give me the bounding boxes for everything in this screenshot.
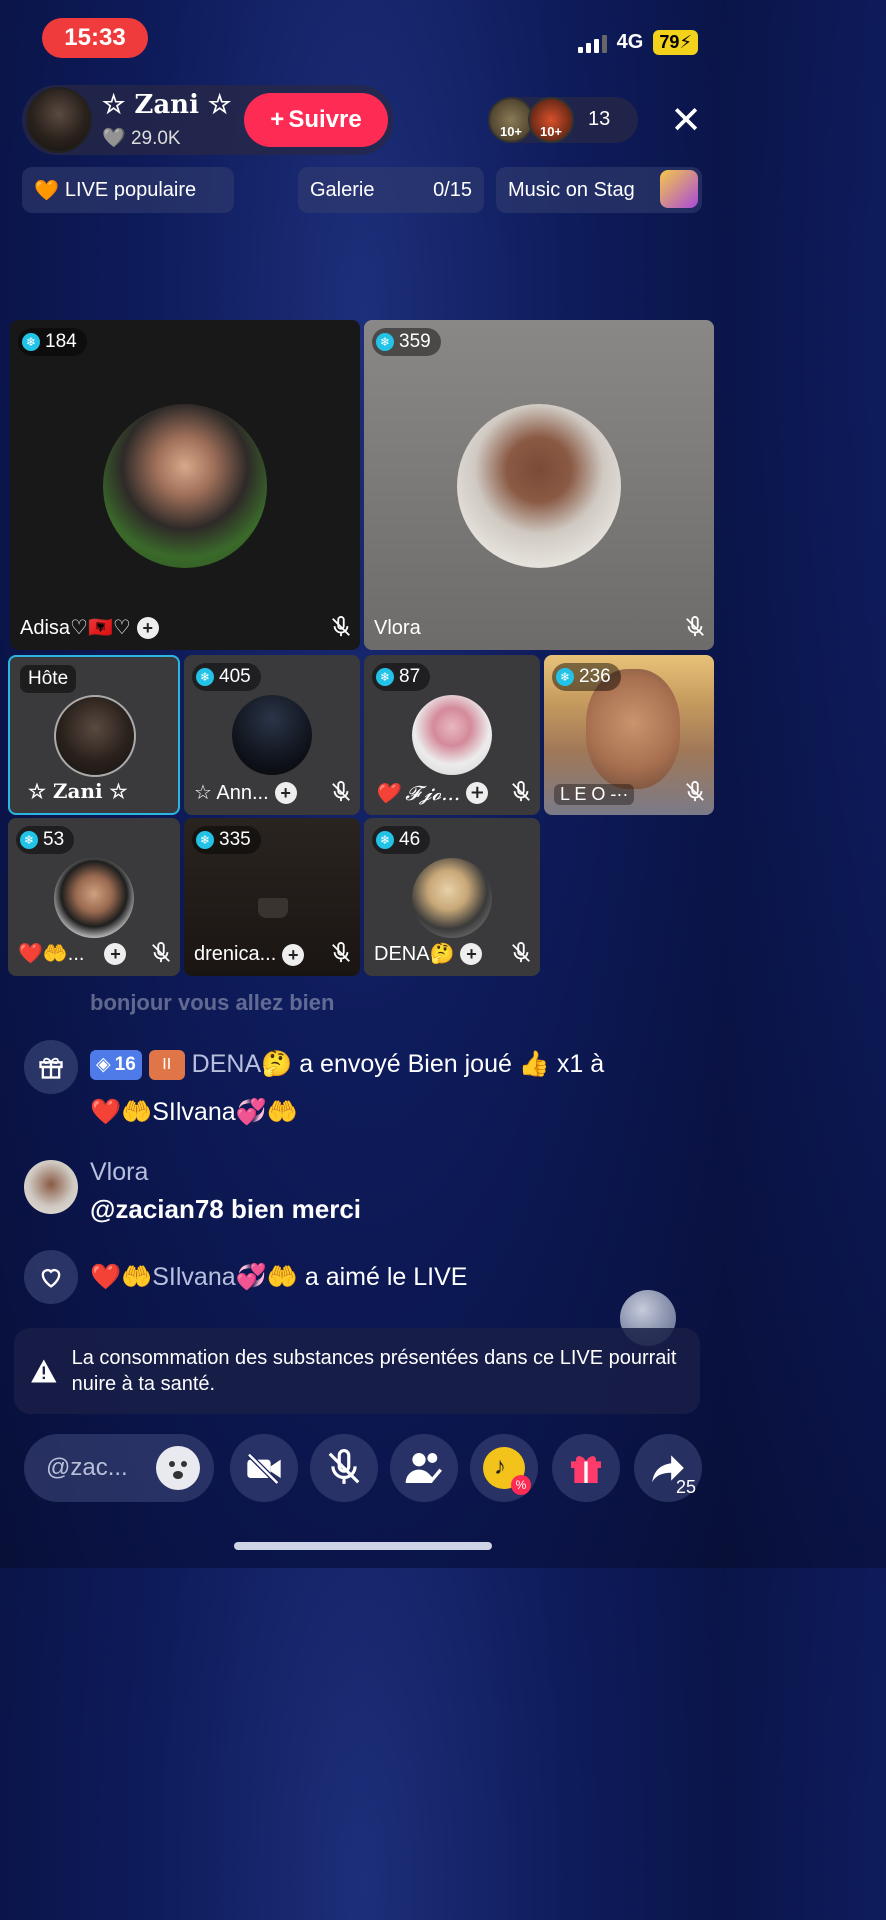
guest-count-badge: ❄ 87 — [372, 663, 431, 691]
mic-off-icon — [332, 942, 350, 963]
guests-button[interactable] — [390, 1434, 458, 1502]
guest-tile-leo[interactable]: ❄ 236 L E O -·· — [544, 655, 714, 815]
add-icon[interactable]: + — [460, 942, 483, 965]
live-popular-chip[interactable]: 🧡 LIVE populaire — [22, 167, 234, 213]
guest-count-badge: ❄ 359 — [372, 328, 441, 356]
chat-avatar-vlora[interactable] — [24, 1160, 78, 1214]
viewer-count[interactable]: 13 — [588, 108, 610, 131]
user-level-badge: ◈ 16 — [90, 1050, 142, 1081]
diamond-icon: ❄ — [196, 668, 214, 686]
diamond-icon: ❄ — [376, 333, 394, 351]
mic-off-icon — [332, 616, 350, 637]
viewer-avatar[interactable]: 10+ — [528, 97, 574, 143]
guest-tile-dena[interactable]: ❄ 46 DENA🤔 + — [364, 818, 540, 976]
guest-tile-adisa[interactable]: ❄ 184 Adisa♡🇦🇱♡ + — [10, 320, 360, 650]
add-icon[interactable]: + — [136, 616, 159, 639]
guest-count-badge: ❄ 53 — [16, 826, 75, 854]
home-indicator[interactable] — [234, 1542, 492, 1550]
diamond-icon: ❄ — [22, 333, 40, 351]
music-stage-icon[interactable] — [660, 170, 698, 208]
status-indicators: 4G 79⚡ — [577, 30, 698, 55]
guest-avatar — [54, 695, 136, 777]
mic-off-icon — [686, 616, 704, 637]
diamond-icon: ❄ — [376, 831, 394, 849]
cup-icon — [258, 898, 288, 918]
promo-button[interactable]: ♪ % — [470, 1434, 538, 1502]
follow-button[interactable]: + Suivre — [244, 93, 388, 147]
battery-icon: 79⚡ — [653, 30, 698, 55]
gift-button[interactable] — [552, 1434, 620, 1502]
warning-icon — [31, 1359, 57, 1383]
mic-off-icon — [328, 1449, 360, 1484]
guest-count-badge: ❄ 236 — [552, 663, 621, 691]
mic-off-button[interactable] — [310, 1434, 378, 1502]
users-check-icon — [405, 1453, 442, 1483]
guest-count-badge: ❄ 335 — [192, 826, 261, 854]
gift-icon — [571, 1456, 601, 1483]
gallery-chip[interactable]: Galerie 0/15 — [298, 167, 484, 213]
heart-icon — [24, 1250, 78, 1304]
chat-like-message: ❤️🤲SIlvana💞🤲 a aimé le LIVE — [90, 1263, 468, 1291]
chat-username[interactable]: Vlora — [90, 1158, 148, 1187]
heart-icon: 🩶 — [102, 128, 126, 149]
add-icon[interactable]: + — [466, 782, 489, 804]
guest-avatar — [54, 858, 134, 938]
tiktok-coin-icon: ♪ % — [483, 1447, 531, 1495]
mic-off-icon — [152, 942, 170, 963]
host-likes: 🩶 29.0K — [102, 128, 181, 149]
mic-off-icon — [512, 942, 530, 963]
gift-icon — [24, 1040, 78, 1094]
camera-off-icon — [247, 1452, 281, 1485]
guest-avatar — [412, 695, 492, 775]
add-icon[interactable]: + — [104, 942, 127, 965]
guest-avatar — [232, 695, 312, 775]
mic-off-icon — [332, 781, 350, 802]
guest-tile-drenica[interactable]: ❄ 335 drenica... + — [184, 818, 360, 976]
guest-avatar — [412, 858, 492, 938]
guest-tile-vlora[interactable]: ❄ 359 Vlora — [364, 320, 714, 650]
emoji-icon[interactable] — [156, 1446, 200, 1490]
diamond-icon: ❄ — [376, 668, 394, 686]
share-count: 25 — [675, 1477, 696, 1497]
signal-icon — [577, 33, 607, 53]
share-button[interactable]: 25 — [634, 1434, 702, 1502]
diamond-icon: ❄ — [20, 831, 38, 849]
guest-tile-fjo[interactable]: ❄ 87 ❤️ 𝓕𝓳𝓸... + — [364, 655, 540, 815]
guest-count-badge: ❄ 184 — [18, 328, 87, 356]
guest-avatar — [457, 404, 621, 568]
close-icon[interactable]: ✕ — [664, 98, 708, 142]
moon-icon — [650, 1205, 701, 1274]
diamond-icon: ❄ — [196, 831, 214, 849]
add-icon[interactable]: + — [274, 781, 297, 804]
chat-gift-message: ◈ 16 II DENA🤔 a envoyé Bien joué 👍 x1 à ❤… — [90, 1040, 700, 1136]
health-warning: La consommation des substances présentée… — [14, 1328, 700, 1414]
guest-tile-silvana[interactable]: ❄ 53 ❤️🤲... + — [8, 818, 180, 976]
guest-count-badge: ❄ 405 — [192, 663, 261, 691]
mic-off-icon — [512, 781, 530, 802]
diamond-icon: ◈ — [96, 1054, 111, 1076]
guest-tile-ann[interactable]: ❄ 405 ☆ Ann... + — [184, 655, 360, 815]
fan-badge: II — [148, 1050, 185, 1081]
network-label: 4G — [616, 31, 644, 53]
guest-avatar — [103, 404, 267, 568]
guest-count-badge: ❄ 46 — [372, 826, 431, 854]
add-icon[interactable]: + — [282, 943, 305, 966]
mic-off-icon — [686, 781, 704, 802]
host-tile[interactable]: Hôte ☆ Zani ☆ — [8, 655, 180, 815]
host-name[interactable]: ☆ Zani ☆ — [102, 90, 231, 120]
status-time: 15:33 — [42, 18, 148, 58]
host-tag: Hôte — [20, 665, 77, 693]
chat-comment-text: @zacian78 bien merci — [90, 1194, 362, 1224]
chat-message-faded: bonjour vous allez bien — [90, 990, 335, 1015]
camera-off-button[interactable] — [230, 1434, 298, 1502]
diamond-icon: ❄ — [556, 668, 574, 686]
host-avatar[interactable] — [26, 87, 92, 153]
heart-icon: 🧡 — [34, 179, 59, 202]
